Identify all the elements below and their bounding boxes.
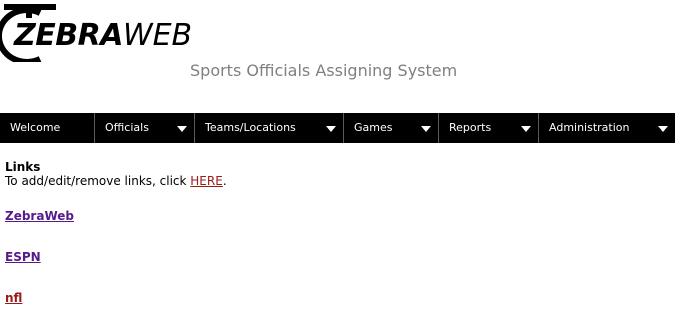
caret-down-icon xyxy=(658,126,668,132)
page-header: ZEBRAWEB Sports Officials Assigning Syst… xyxy=(0,0,675,113)
nav-welcome-label: Welcome xyxy=(10,121,61,134)
link-list: ZebraWeb ESPN nfl xyxy=(5,209,675,305)
zebraweb-logo[interactable]: ZEBRAWEB xyxy=(0,4,195,62)
logo-text: ZEBRAWEB xyxy=(14,19,192,53)
caret-down-icon xyxy=(521,126,531,132)
site-subtitle: Sports Officials Assigning System xyxy=(190,61,458,80)
instructions-suffix: . xyxy=(222,174,227,188)
caret-down-icon xyxy=(177,126,187,132)
nav-officials[interactable]: Officials xyxy=(95,113,195,143)
link-nfl[interactable]: nfl xyxy=(5,291,675,305)
main-nav-bar: Welcome Officials Teams/Locations Games … xyxy=(0,113,675,143)
nav-officials-label: Officials xyxy=(105,121,149,134)
nav-games-label: Games xyxy=(354,121,393,134)
edit-links-here-link[interactable]: HERE xyxy=(190,174,223,188)
nav-reports-label: Reports xyxy=(449,121,492,134)
link-zebraweb[interactable]: ZebraWeb xyxy=(5,209,675,223)
instructions-prefix: To add/edit/remove links, click xyxy=(5,174,191,188)
link-espn[interactable]: ESPN xyxy=(5,250,675,264)
nav-teams-locations[interactable]: Teams/Locations xyxy=(195,113,344,143)
logo-brand-light: WEB xyxy=(122,18,193,53)
nav-administration-label: Administration xyxy=(549,121,630,134)
nav-welcome[interactable]: Welcome xyxy=(0,113,95,143)
caret-down-icon xyxy=(326,126,336,132)
logo-brand-bold: ZEBRA xyxy=(14,18,123,53)
nav-administration[interactable]: Administration xyxy=(539,113,675,143)
nav-reports[interactable]: Reports xyxy=(439,113,539,143)
caret-down-icon xyxy=(421,126,431,132)
nav-games[interactable]: Games xyxy=(344,113,439,143)
links-content: Links To add/edit/remove links, click HE… xyxy=(0,143,675,305)
nav-teams-locations-label: Teams/Locations xyxy=(205,121,296,134)
links-instructions: To add/edit/remove links, click HERE. xyxy=(5,174,675,189)
links-heading: Links xyxy=(5,160,41,174)
